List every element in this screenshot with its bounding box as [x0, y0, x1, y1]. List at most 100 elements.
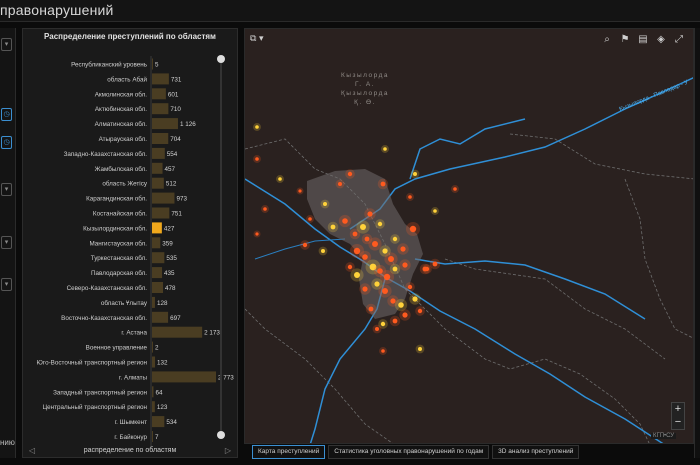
crime-hotspot[interactable] [353, 247, 361, 255]
crime-hotspot[interactable] [323, 202, 327, 206]
crime-hotspot[interactable] [382, 248, 388, 254]
crime-hotspot[interactable] [308, 217, 312, 221]
crime-hotspot[interactable] [383, 273, 391, 281]
chart-bar[interactable] [152, 147, 165, 159]
chart-bar[interactable] [152, 282, 164, 293]
crime-hotspot[interactable] [407, 284, 413, 290]
crime-hotspot[interactable] [354, 272, 360, 278]
crime-hotspot[interactable] [402, 262, 408, 268]
layer-list-button[interactable]: ⧉ ▾ [250, 33, 276, 45]
crime-hotspot[interactable] [383, 147, 387, 151]
chart-bar[interactable] [152, 103, 169, 115]
layers-icon[interactable]: ◈ [654, 33, 668, 47]
crime-hotspot[interactable] [364, 236, 370, 242]
crime-hotspot[interactable] [424, 266, 430, 272]
crime-hotspot[interactable] [352, 231, 358, 237]
crime-hotspot[interactable] [390, 298, 396, 304]
dropdown-chevron-icon[interactable]: ▾ [1, 278, 12, 291]
crime-hotspot[interactable] [432, 261, 438, 267]
chart-bar[interactable] [152, 416, 165, 428]
map-attribution[interactable]: КГП•СУ [651, 433, 677, 439]
crime-hotspot[interactable] [298, 189, 302, 193]
crime-hotspot[interactable] [380, 321, 386, 327]
chart-bar[interactable] [152, 73, 169, 85]
chart-bar[interactable] [152, 237, 161, 249]
chart-scrollbar[interactable] [217, 55, 225, 439]
chart-bar[interactable] [152, 118, 178, 130]
crime-hotspot[interactable] [453, 187, 457, 191]
fullscreen-icon[interactable]: ⤢ [672, 33, 686, 47]
crime-hotspot[interactable] [413, 172, 417, 176]
tab-3d-analysis[interactable]: 3D анализ преступлений [492, 445, 580, 459]
chart-bar[interactable] [152, 296, 155, 308]
chart-bar[interactable] [152, 431, 153, 442]
chart-bar[interactable] [152, 162, 163, 174]
chart-bar[interactable] [152, 311, 169, 323]
crime-hotspot[interactable] [375, 327, 379, 331]
crime-hotspot[interactable] [392, 266, 398, 272]
chart-bar[interactable] [152, 401, 155, 413]
crime-hotspot[interactable] [374, 281, 380, 287]
crime-hotspot[interactable] [342, 218, 348, 224]
dropdown-chevron-icon[interactable]: ▾ [1, 38, 12, 51]
crime-hotspot[interactable] [321, 249, 325, 253]
chart-bar[interactable] [152, 341, 153, 353]
crime-hotspot[interactable] [398, 302, 404, 308]
crime-hotspot[interactable] [402, 312, 408, 318]
crime-hotspot[interactable] [388, 256, 394, 262]
crime-map[interactable]: Кызылорда Г. А. Қызылорда Қ. Ө. Кызылорда - … [244, 28, 694, 444]
chart-bar[interactable] [152, 267, 163, 279]
chart-bar[interactable] [152, 207, 170, 219]
tab-yearly-statistics[interactable]: Статистика уголовных правонарушений по г… [328, 445, 490, 459]
map-canvas[interactable]: Кызылорда Г. А. Қызылорда Қ. Ө. Кызылорда - … [245, 29, 694, 444]
crime-hotspot[interactable] [367, 211, 373, 217]
crime-hotspot[interactable] [368, 306, 374, 312]
basemap-icon[interactable]: ▤ [636, 33, 650, 47]
chart-bar[interactable] [152, 177, 164, 189]
crime-hotspot[interactable] [362, 286, 368, 292]
crime-hotspot[interactable] [418, 347, 422, 351]
crime-hotspot[interactable] [372, 241, 378, 247]
crime-hotspot[interactable] [381, 349, 385, 353]
chart-bar[interactable] [152, 252, 165, 264]
tab-crime-map[interactable]: Карта преступлений [252, 445, 326, 459]
scrollbar-handle-bottom[interactable] [217, 431, 225, 439]
crime-hotspot[interactable] [417, 308, 423, 314]
crime-hotspot[interactable] [392, 236, 398, 242]
crime-hotspot[interactable] [338, 182, 342, 186]
scrollbar-handle-top[interactable] [217, 55, 225, 63]
dropdown-chevron-icon[interactable]: ▾ [1, 236, 12, 249]
crime-hotspot[interactable] [392, 318, 398, 324]
crime-hotspot[interactable] [360, 224, 366, 230]
crime-hotspot[interactable] [347, 264, 353, 270]
chart-bar[interactable] [152, 386, 154, 398]
bookmark-icon[interactable]: ⚑ [618, 33, 632, 47]
crime-hotspot[interactable] [347, 171, 353, 177]
crime-hotspot[interactable] [433, 209, 437, 213]
zoom-in-button[interactable]: + [672, 403, 684, 416]
crime-hotspot[interactable] [380, 181, 386, 187]
chart-bar[interactable] [152, 88, 166, 100]
crime-hotspot[interactable] [263, 207, 267, 211]
chart-bar[interactable] [152, 133, 169, 144]
zoom-out-button[interactable]: − [672, 416, 684, 429]
crime-hotspot[interactable] [412, 296, 418, 302]
crime-hotspot[interactable] [255, 125, 259, 129]
chart-bar[interactable] [152, 58, 153, 70]
chart-bar[interactable] [152, 222, 162, 234]
crime-hotspot[interactable] [400, 246, 406, 252]
crime-hotspot[interactable] [409, 225, 417, 233]
next-arrow-icon[interactable]: ▷ [225, 446, 231, 455]
crime-hotspot[interactable] [362, 254, 368, 260]
crime-hotspot[interactable] [408, 195, 412, 199]
crime-hotspot[interactable] [255, 232, 259, 236]
chart-bar[interactable] [152, 192, 175, 204]
crime-hotspot[interactable] [382, 288, 388, 294]
crime-hotspot[interactable] [377, 221, 383, 227]
dropdown-chevron-icon[interactable]: ▾ [1, 183, 12, 196]
crime-hotspot[interactable] [255, 157, 259, 161]
crime-hotspot[interactable] [330, 224, 336, 230]
chart-bar[interactable] [152, 371, 216, 383]
crime-hotspot[interactable] [278, 177, 282, 181]
clock-icon[interactable]: ◷ [1, 136, 12, 149]
